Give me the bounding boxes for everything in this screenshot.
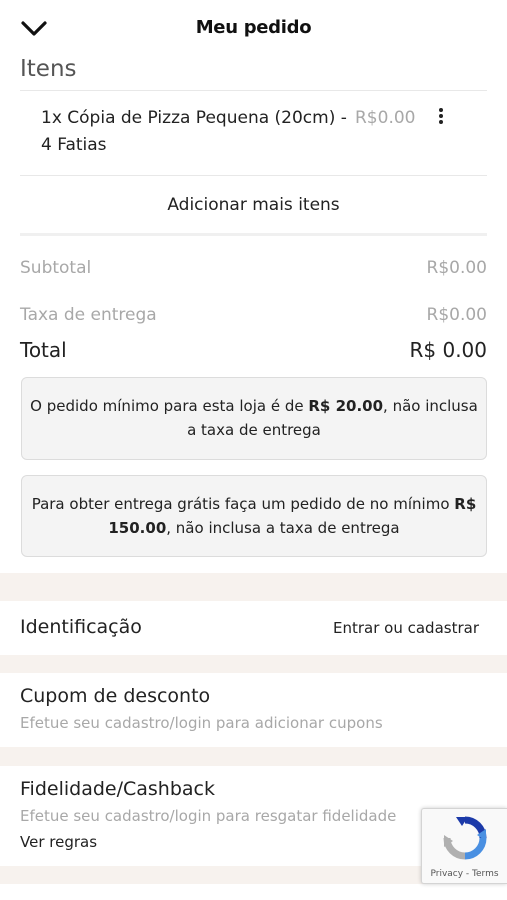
loyalty-title: Fidelidade/Cashback	[20, 778, 215, 800]
divider	[20, 233, 487, 236]
notice-text: , não inclusa a taxa de entrega	[166, 519, 400, 537]
identification-label: Identificação	[20, 616, 142, 638]
cart-item: 1x Cópia de Pizza Pequena (20cm) - 4 Fat…	[20, 92, 487, 174]
identification-row: Identificação Entrar ou cadastrar	[0, 601, 507, 655]
free-delivery-notice: Para obter entrega grátis faça um pedido…	[21, 475, 487, 557]
header: Meu pedido	[0, 0, 507, 56]
notice-amount: R$ 20.00	[308, 397, 384, 415]
section-separator	[0, 655, 507, 673]
section-separator	[0, 747, 507, 766]
subtotal-value: R$0.00	[426, 258, 487, 278]
page-title: Meu pedido	[195, 17, 312, 38]
minimum-order-notice: O pedido mínimo para esta loja é de R$ 2…	[21, 377, 487, 460]
subtotal-label: Subtotal	[20, 258, 92, 278]
cart-item-price: R$0.00	[355, 108, 416, 128]
more-vertical-icon[interactable]	[434, 106, 448, 128]
delivery-fee-value: R$0.00	[426, 305, 487, 325]
notice-text: Para obter entrega grátis faça um pedido…	[31, 495, 455, 513]
cart-item-name: 1x Cópia de Pizza Pequena (20cm) - 4 Fat…	[41, 108, 347, 155]
divider	[20, 175, 487, 176]
view-rules-link[interactable]: Ver regras	[20, 833, 97, 851]
login-register-link[interactable]: Entrar ou cadastrar	[333, 619, 479, 637]
section-separator	[0, 573, 507, 601]
recaptcha-icon	[442, 815, 488, 861]
recaptcha-links[interactable]: Privacy - Terms	[422, 869, 507, 879]
items-section-title: Itens	[20, 56, 77, 82]
notice-text: O pedido mínimo para esta loja é de	[30, 397, 309, 415]
delivery-fee-label: Taxa de entrega	[20, 305, 157, 325]
recaptcha-badge[interactable]: Privacy - Terms	[421, 808, 507, 884]
add-more-items-button[interactable]: Adicionar mais itens	[20, 177, 487, 233]
coupon-subtitle: Efetue seu cadastro/login para adicionar…	[20, 714, 383, 732]
total-label: Total	[20, 338, 67, 362]
coupon-title: Cupom de desconto	[20, 685, 211, 707]
total-value: R$ 0.00	[409, 338, 487, 362]
loyalty-subtitle: Efetue seu cadastro/login para resgatar …	[20, 807, 397, 825]
divider	[20, 90, 487, 91]
